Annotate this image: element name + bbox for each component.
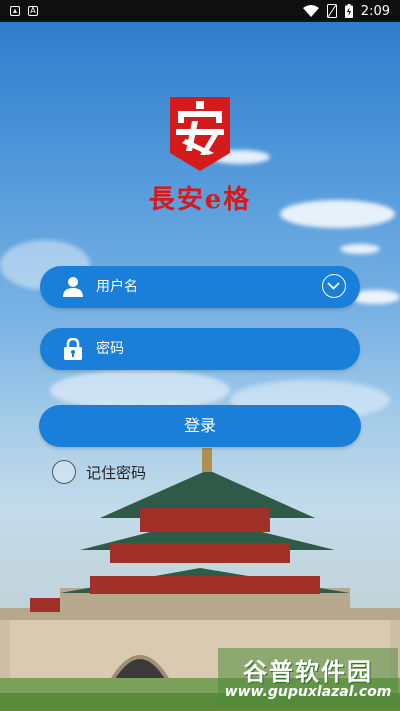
remember-password[interactable]: 记住密码 xyxy=(52,460,146,484)
chang-an-logo xyxy=(170,97,230,171)
chevron-down-icon xyxy=(327,282,340,290)
brand-title: 長安e格 xyxy=(148,185,252,215)
remember-password-label: 记住密码 xyxy=(86,463,147,482)
password-placeholder: 密码 xyxy=(96,341,124,357)
status-bar: ▴ A 2:09 xyxy=(0,0,400,22)
font-icon: A xyxy=(28,6,38,16)
wifi-icon xyxy=(302,5,319,17)
username-field[interactable]: 用户名 xyxy=(40,266,360,308)
account-dropdown-button[interactable] xyxy=(322,274,346,298)
username-placeholder: 用户名 xyxy=(96,279,138,295)
login-button[interactable]: 登录 xyxy=(39,405,361,447)
watermark: 谷普软件园 www.gupuxlazal.com xyxy=(218,648,398,706)
lock-icon xyxy=(64,338,82,360)
watermark-url: www.gupuxlazal.com xyxy=(224,684,392,700)
battery-charging-icon xyxy=(344,4,353,18)
password-field[interactable]: 密码 xyxy=(40,328,360,370)
remember-password-checkbox[interactable] xyxy=(52,460,76,484)
cloud xyxy=(50,370,230,410)
user-icon xyxy=(63,277,83,297)
watermark-title: 谷普软件园 xyxy=(243,658,373,686)
sim-off-icon xyxy=(326,4,337,18)
cloud xyxy=(340,244,380,254)
clock: 2:09 xyxy=(360,3,390,19)
image-icon: ▴ xyxy=(10,6,20,16)
